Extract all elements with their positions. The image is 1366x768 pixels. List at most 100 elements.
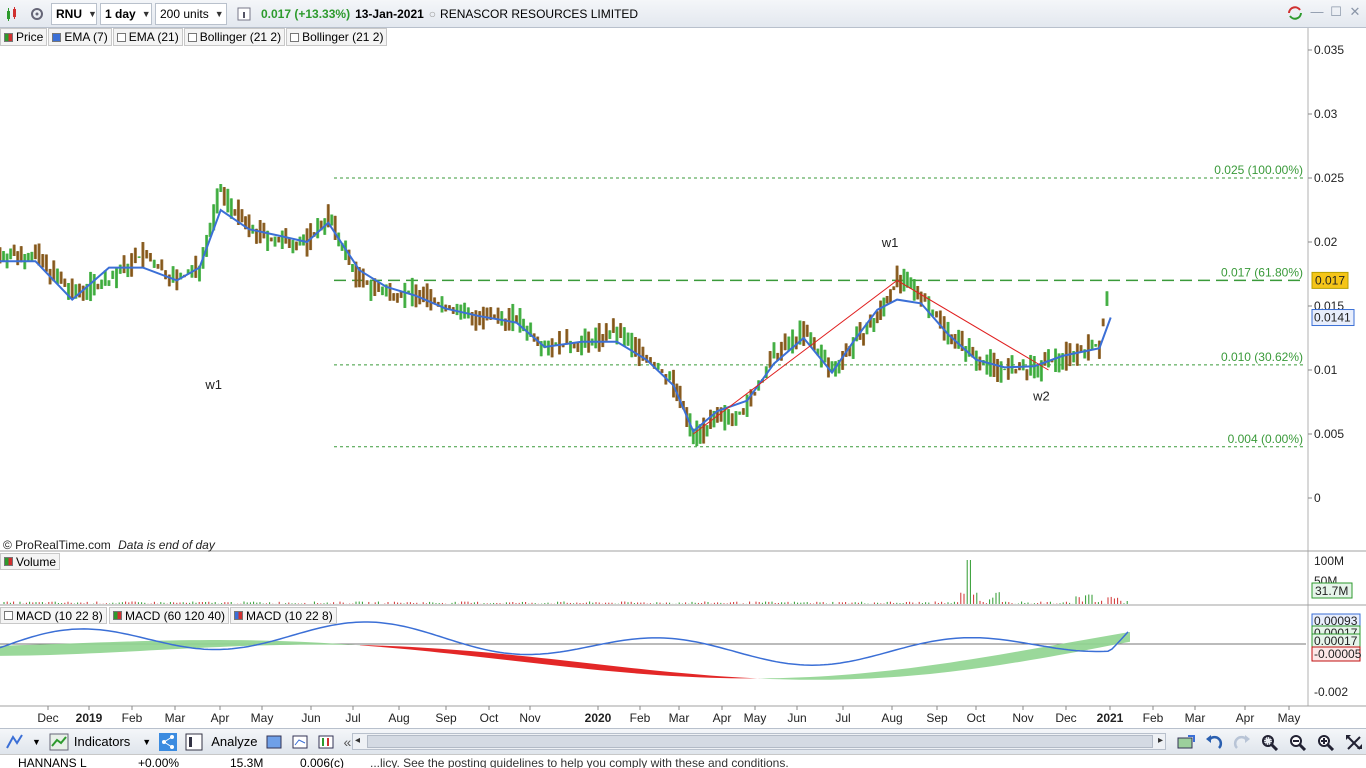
macd-long-band xyxy=(130,641,140,652)
x-tick-label: Mar xyxy=(669,711,690,725)
undo-icon[interactable] xyxy=(1200,731,1228,753)
alert-icon[interactable] xyxy=(261,731,287,753)
price-bar-body xyxy=(1094,344,1098,347)
macd-long-band xyxy=(120,641,130,652)
price-bar-body xyxy=(885,295,889,304)
macd-long-band xyxy=(830,675,840,680)
price-bar-body xyxy=(16,251,20,266)
macd-long-band xyxy=(280,641,290,645)
volume-label[interactable]: Volume xyxy=(0,553,61,570)
price-bar-body xyxy=(41,254,45,268)
macd-long-band xyxy=(440,648,450,654)
move-chart-icon[interactable] xyxy=(1172,731,1200,753)
wave-label: w2 xyxy=(1032,389,1050,404)
x-tick-label: Oct xyxy=(480,711,499,725)
price-bar-body xyxy=(148,252,152,262)
price-bar-body xyxy=(152,259,156,268)
x-tick-label: Feb xyxy=(630,711,651,725)
price-bar-body xyxy=(1029,354,1033,376)
macd-long-band xyxy=(940,662,950,673)
price-bar-body xyxy=(222,187,226,206)
top-toolbar: RNU ▼ 1 day ▼ 200 units ▼ 0.017 (+13.33%) 1… xyxy=(0,0,1366,28)
chart-window-icon[interactable] xyxy=(287,731,313,753)
interval-select[interactable]: 1 day ▼ xyxy=(100,2,152,25)
legend-price[interactable]: Price xyxy=(0,28,48,46)
macd-long-band xyxy=(380,645,390,648)
scroll-right-icon[interactable]: ▸ xyxy=(1158,735,1163,746)
price-bar-body xyxy=(730,413,734,427)
draw-tool-dropdown[interactable]: ▼ xyxy=(28,731,45,753)
macd-long-band xyxy=(640,668,650,675)
price-bar-body xyxy=(546,340,550,356)
price-bar-body xyxy=(1014,368,1018,374)
price-bar-body xyxy=(294,241,298,251)
price-bar-body xyxy=(240,209,244,223)
maximize-icon[interactable]: ☐ xyxy=(1329,5,1343,19)
legend-bollinger-1[interactable]: Bollinger (21 2) xyxy=(183,28,286,46)
price-bar-body xyxy=(734,411,738,426)
indicators-button[interactable]: Indicators ▼ xyxy=(45,731,155,753)
analyze-button[interactable]: Analyze xyxy=(181,731,261,753)
trading-icon[interactable] xyxy=(313,731,339,753)
macd-label-1[interactable]: MACD (10 22 8) xyxy=(0,607,107,624)
ticker-select[interactable]: RNU ▼ xyxy=(51,2,97,25)
close-icon[interactable]: ✕ xyxy=(1348,5,1362,19)
draw-tool-icon[interactable] xyxy=(0,731,28,753)
price-bar-body xyxy=(59,271,63,284)
price-bar-body xyxy=(1105,291,1109,306)
legend-ema-7[interactable]: EMA (7) xyxy=(48,28,112,46)
zoom-in-icon[interactable] xyxy=(1312,731,1340,753)
macd-badge-text: 0.00017 xyxy=(1314,634,1358,648)
minimize-icon[interactable]: — xyxy=(1310,5,1324,19)
price-bar-body xyxy=(96,283,100,290)
zoom-out-icon[interactable] xyxy=(1284,731,1312,753)
fit-chart-icon[interactable] xyxy=(1340,731,1366,753)
info-icon[interactable] xyxy=(233,3,255,25)
price-swatch xyxy=(4,32,13,42)
redo-icon[interactable] xyxy=(1228,731,1256,753)
x-tick-label: Apr xyxy=(713,711,732,725)
macd-swatch xyxy=(4,611,13,620)
macd-label-3[interactable]: MACD (10 22 8) xyxy=(230,607,337,624)
last-price-text: 0.017 xyxy=(1315,273,1345,287)
macd-long-band xyxy=(430,648,440,653)
x-tick-label: Jul xyxy=(345,711,360,725)
y-tick-label: 0 xyxy=(1314,491,1321,505)
price-bar-body xyxy=(1006,358,1010,380)
price-bar-body xyxy=(909,277,913,289)
price-bar-body xyxy=(496,307,500,324)
watch-symbol[interactable]: HANNANS L xyxy=(18,756,87,768)
price-panel[interactable] xyxy=(0,46,1308,552)
price-bar-body xyxy=(996,358,1000,382)
units-select[interactable]: 200 units ▼ xyxy=(155,2,227,25)
scrollbar-thumb[interactable] xyxy=(367,735,1153,748)
horizontal-scrollbar[interactable]: ◂ ▸ xyxy=(352,733,1166,750)
price-bar-body xyxy=(978,356,982,371)
settings-icon[interactable] xyxy=(26,3,48,25)
price-bar-body xyxy=(277,236,281,243)
refresh-icon[interactable] xyxy=(1286,5,1302,20)
macd-long-band xyxy=(810,676,820,680)
macd-long-band xyxy=(450,649,460,655)
price-bar-body xyxy=(601,334,605,348)
macd-long-band xyxy=(510,654,520,662)
price-bar-body xyxy=(741,408,745,415)
macd-label-2[interactable]: MACD (60 120 40) xyxy=(109,607,230,624)
scroll-left-icon[interactable]: ◂ xyxy=(355,735,360,746)
zoom-area-icon[interactable] xyxy=(1256,731,1284,753)
macd-long-band xyxy=(920,665,930,675)
macd-long-band xyxy=(1000,652,1010,665)
macd-long-band xyxy=(800,676,810,680)
watchlist-strip: HANNANS L +0.00% 15.3M 0.006(c) ...licy.… xyxy=(0,754,1366,768)
x-tick-label: Jun xyxy=(787,711,806,725)
candlestick-icon[interactable] xyxy=(2,3,24,25)
price-bar-body xyxy=(554,342,558,345)
legend-bollinger-2[interactable]: Bollinger (21 2) xyxy=(286,28,388,46)
macd-long-band xyxy=(1120,631,1130,644)
x-tick-label: May xyxy=(744,711,767,725)
macd-long-band xyxy=(320,642,330,645)
chevron-down-icon: ▼ xyxy=(88,8,97,19)
price-bar-body xyxy=(902,268,906,292)
legend-ema-21[interactable]: EMA (21) xyxy=(112,28,183,46)
share-icon[interactable] xyxy=(155,731,181,753)
